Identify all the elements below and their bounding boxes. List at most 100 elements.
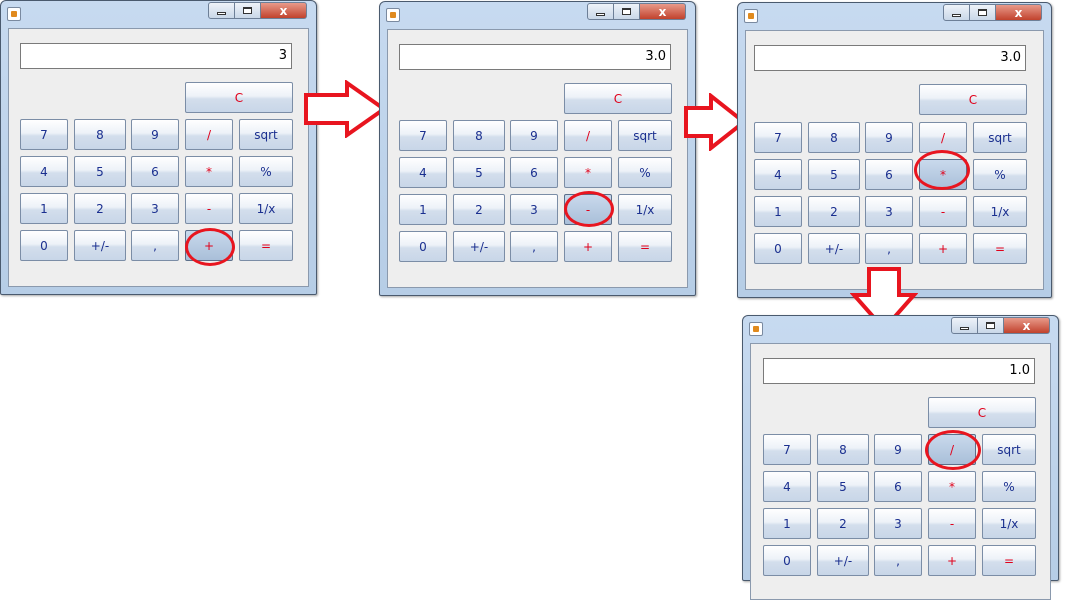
minimize-button[interactable] <box>208 2 235 19</box>
key-5[interactable]: 5 <box>808 159 860 190</box>
key-6[interactable]: 6 <box>865 159 913 190</box>
clear-button[interactable]: C <box>185 82 293 113</box>
key-add[interactable]: + <box>919 233 967 264</box>
key-subtract[interactable]: - <box>928 508 976 539</box>
title-bar[interactable]: x <box>743 316 1058 342</box>
clear-button[interactable]: C <box>564 83 672 114</box>
key-divide[interactable]: / <box>564 120 612 151</box>
key-9[interactable]: 9 <box>131 119 179 150</box>
key-multiply[interactable]: * <box>185 156 233 187</box>
key-reciprocal[interactable]: 1/x <box>973 196 1027 227</box>
key-3[interactable]: 3 <box>510 194 558 225</box>
key-6[interactable]: 6 <box>510 157 558 188</box>
key-3[interactable]: 3 <box>865 196 913 227</box>
key-2[interactable]: 2 <box>808 196 860 227</box>
key-subtract[interactable]: - <box>919 196 967 227</box>
key-negate[interactable]: +/- <box>817 545 869 576</box>
key-9[interactable]: 9 <box>874 434 922 465</box>
key-reciprocal[interactable]: 1/x <box>618 194 672 225</box>
clear-button[interactable]: C <box>919 84 1027 115</box>
key-5[interactable]: 5 <box>817 471 869 502</box>
key-sqrt[interactable]: sqrt <box>618 120 672 151</box>
key-9[interactable]: 9 <box>510 120 558 151</box>
minimize-button[interactable] <box>951 317 978 334</box>
key-multiply[interactable]: * <box>919 159 967 190</box>
key-0[interactable]: 0 <box>754 233 802 264</box>
key-equals[interactable]: = <box>239 230 293 261</box>
key-sqrt[interactable]: sqrt <box>973 122 1027 153</box>
title-bar[interactable]: x <box>380 2 695 28</box>
key-7[interactable]: 7 <box>763 434 811 465</box>
key-1[interactable]: 1 <box>20 193 68 224</box>
key-multiply[interactable]: * <box>564 157 612 188</box>
maximize-button[interactable] <box>970 4 996 21</box>
key-decimal[interactable]: , <box>131 230 179 261</box>
key-sqrt[interactable]: sqrt <box>982 434 1036 465</box>
key-divide[interactable]: / <box>185 119 233 150</box>
key-add[interactable]: + <box>928 545 976 576</box>
key-8[interactable]: 8 <box>453 120 505 151</box>
title-bar[interactable]: x <box>1 1 316 27</box>
key-subtract[interactable]: - <box>564 194 612 225</box>
title-bar[interactable]: x <box>738 3 1051 29</box>
close-button[interactable]: x <box>261 2 307 19</box>
close-button[interactable]: x <box>1004 317 1050 334</box>
key-4[interactable]: 4 <box>754 159 802 190</box>
key-subtract[interactable]: - <box>185 193 233 224</box>
key-divide[interactable]: / <box>919 122 967 153</box>
key-sqrt[interactable]: sqrt <box>239 119 293 150</box>
key-5[interactable]: 5 <box>74 156 126 187</box>
maximize-button[interactable] <box>235 2 261 19</box>
key-1[interactable]: 1 <box>763 508 811 539</box>
key-9[interactable]: 9 <box>865 122 913 153</box>
key-6[interactable]: 6 <box>874 471 922 502</box>
key-divide[interactable]: / <box>928 434 976 465</box>
clear-button[interactable]: C <box>928 397 1036 428</box>
key-add[interactable]: + <box>185 230 233 261</box>
key-equals[interactable]: = <box>618 231 672 262</box>
close-button[interactable]: x <box>996 4 1042 21</box>
maximize-button[interactable] <box>614 3 640 20</box>
key-equals[interactable]: = <box>982 545 1036 576</box>
key-reciprocal[interactable]: 1/x <box>982 508 1036 539</box>
key-2[interactable]: 2 <box>74 193 126 224</box>
key-8[interactable]: 8 <box>817 434 869 465</box>
key-2[interactable]: 2 <box>453 194 505 225</box>
key-2[interactable]: 2 <box>817 508 869 539</box>
key-3[interactable]: 3 <box>131 193 179 224</box>
key-add[interactable]: + <box>564 231 612 262</box>
key-5[interactable]: 5 <box>453 157 505 188</box>
key-negate[interactable]: +/- <box>453 231 505 262</box>
minimize-button[interactable] <box>587 3 614 20</box>
key-percent[interactable]: % <box>982 471 1036 502</box>
key-0[interactable]: 0 <box>399 231 447 262</box>
key-0[interactable]: 0 <box>20 230 68 261</box>
key-3[interactable]: 3 <box>874 508 922 539</box>
key-percent[interactable]: % <box>618 157 672 188</box>
close-button[interactable]: x <box>640 3 686 20</box>
key-reciprocal[interactable]: 1/x <box>239 193 293 224</box>
key-7[interactable]: 7 <box>754 122 802 153</box>
key-percent[interactable]: % <box>239 156 293 187</box>
key-percent[interactable]: % <box>973 159 1027 190</box>
key-8[interactable]: 8 <box>74 119 126 150</box>
key-decimal[interactable]: , <box>865 233 913 264</box>
key-4[interactable]: 4 <box>763 471 811 502</box>
key-multiply[interactable]: * <box>928 471 976 502</box>
minimize-button[interactable] <box>943 4 970 21</box>
key-equals[interactable]: = <box>973 233 1027 264</box>
key-4[interactable]: 4 <box>399 157 447 188</box>
key-decimal[interactable]: , <box>510 231 558 262</box>
key-0[interactable]: 0 <box>763 545 811 576</box>
key-decimal[interactable]: , <box>874 545 922 576</box>
key-1[interactable]: 1 <box>399 194 447 225</box>
key-1[interactable]: 1 <box>754 196 802 227</box>
key-7[interactable]: 7 <box>20 119 68 150</box>
key-4[interactable]: 4 <box>20 156 68 187</box>
key-negate[interactable]: +/- <box>808 233 860 264</box>
key-8[interactable]: 8 <box>808 122 860 153</box>
maximize-button[interactable] <box>978 317 1004 334</box>
key-6[interactable]: 6 <box>131 156 179 187</box>
key-7[interactable]: 7 <box>399 120 447 151</box>
key-negate[interactable]: +/- <box>74 230 126 261</box>
